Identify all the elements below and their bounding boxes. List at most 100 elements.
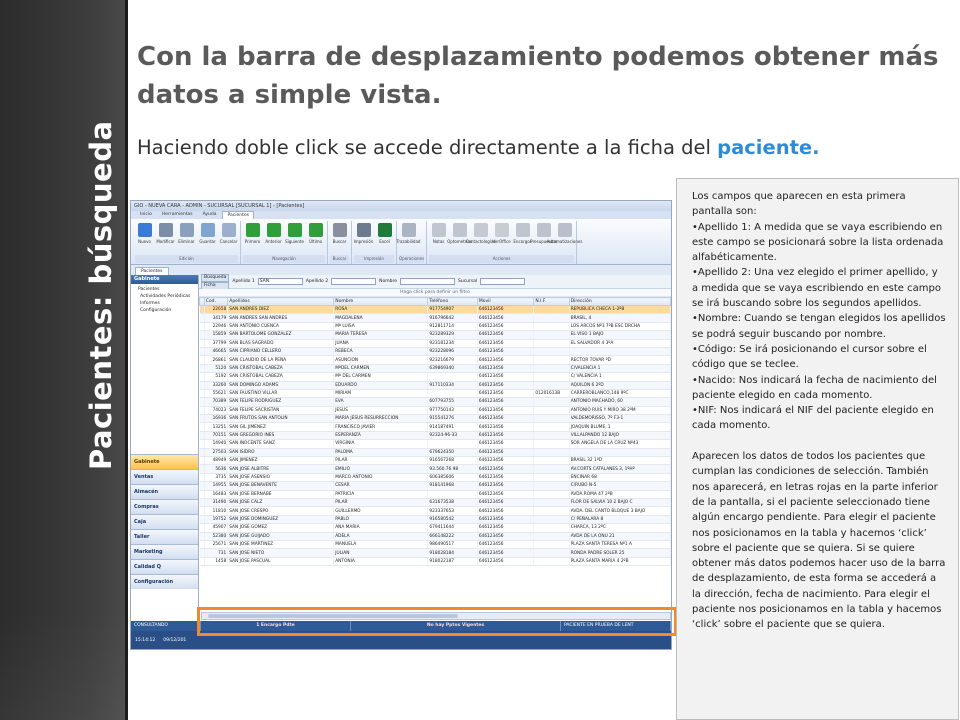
ribbon-tab-3[interactable]: Pacientes: [222, 211, 254, 219]
grid-col-4[interactable]: Teléfono: [427, 297, 478, 306]
table-row[interactable]: 13251 SAN GIL JIMENEZ FRANCISCO JAVIER 9141…: [199, 422, 671, 432]
search-field-0[interactable]: SAN: [257, 278, 303, 285]
table-row[interactable]: 27503 SAN ISIDRO PALOMA 679624350 646123456: [199, 448, 671, 458]
table-row[interactable]: 16936 SAN FRUTOS SAN ANTOLIN MARIA JESUS R…: [199, 414, 671, 424]
grid-col-2[interactable]: Apellidos: [227, 297, 335, 306]
ribbon-button-1-2[interactable]: Siguiente: [285, 221, 304, 244]
grid-col-5[interactable]: Movil: [476, 297, 535, 306]
clock-date: 09/12/201: [163, 637, 187, 643]
table-cell: 912811714: [427, 322, 478, 332]
ribbon-button-5-6[interactable]: Automatizaciones: [547, 221, 582, 244]
table-row[interactable]: 34179 SAN ANDRES SAN ANDRES MAGDALENA 91679…: [199, 313, 671, 323]
table-cell: AVDA DE LA ONU 21: [569, 532, 671, 541]
ribbon-tab-1[interactable]: Herramientas: [158, 211, 197, 219]
search-field-3[interactable]: [480, 278, 526, 285]
table-cell: [533, 448, 570, 458]
table-cell: ESPERANZA: [333, 431, 429, 441]
nav-button-7[interactable]: Calidad Q: [131, 559, 198, 574]
table-row[interactable]: 37799 SAN BLAS SAGRADO JUANA 923181234 64612…: [199, 339, 671, 348]
ribbon-button-5-0[interactable]: Notas: [429, 221, 448, 244]
tree-item-2[interactable]: Informes: [134, 300, 195, 307]
table-cell: SAN JOSE NIETO: [227, 548, 335, 558]
table-row[interactable]: 31490 SAN JOSE CALZ PILAR 631673538 64612345…: [199, 498, 671, 508]
ribbon-group-name: Impresión: [354, 255, 394, 263]
table-row[interactable]: 5636 SAN JOSE ALBITRE EMILIO 93.560.76.98 64…: [199, 464, 671, 474]
ribbon-button-3-1[interactable]: Excel: [375, 221, 394, 244]
search-tag-0[interactable]: Búsqueda: [201, 273, 230, 282]
grid-col-6[interactable]: N.I.F.: [533, 297, 570, 306]
table-row[interactable]: 26861 SAN CLAUDIO DE LA PEÑA ASUNCION 92321…: [199, 355, 671, 365]
nav-button-6[interactable]: Marketing: [131, 544, 198, 559]
table-cell: SAN JOSE BENAVENTE: [227, 481, 335, 491]
tab-pacientes[interactable]: Pacientes: [135, 267, 169, 275]
ribbon-button-5-4[interactable]: Encargos: [513, 221, 532, 244]
table-row[interactable]: 55621 SAN FAUSTINO VILLAR MIRIAM 646123456 0…: [199, 389, 671, 399]
table-cell: [427, 389, 478, 399]
grid-col-3[interactable]: Nombre: [333, 297, 429, 306]
ribbon-button-3-0[interactable]: Impresión: [354, 221, 373, 244]
table-row[interactable]: 52380 SAN JOSE GUIJADO ADELA 666148222 64612…: [199, 532, 671, 541]
table-row[interactable]: 70389 SAN FELIPE RODRIGUEZ EVA 607793755 646…: [199, 397, 671, 407]
ribbon-button-1-1[interactable]: Anterior: [264, 221, 283, 244]
ribbon-tab-2[interactable]: Ayuda: [199, 211, 221, 219]
table-row[interactable]: 33260 SAN DOMINGO ADAMS EDUARDO 917110334 64…: [199, 381, 671, 390]
nav-header: Gabinete: [131, 275, 198, 284]
table-row[interactable]: 15859 SAN BARTOLOME GONZALEZ MARIA TERESA 9…: [199, 330, 671, 340]
table-row[interactable]: 1458 SAN JOSE PASCUAL ANTONIA 918022187 6461…: [199, 557, 671, 567]
search-field-1[interactable]: [331, 278, 377, 285]
table-row[interactable]: 74023 SAN FELIPE SACRISTAN JESUS 977750143 6…: [199, 406, 671, 416]
nav-button-4[interactable]: Caja: [131, 514, 198, 529]
grid-col-7[interactable]: Dirección: [568, 297, 671, 306]
table-row[interactable]: 11810 SAN JOSE CRESPO GUILLERMO 923337653 64…: [199, 506, 671, 516]
table-row[interactable]: 731 SAN JOSE NIETO JULIAN 918028184 64612345…: [199, 548, 671, 558]
table-cell: 918028184: [427, 548, 478, 558]
table-row[interactable]: 22946 SAN ANTONIO CUENCA Mª LUISA 912811714…: [199, 322, 671, 332]
grid-col-1[interactable]: Cod.: [203, 297, 229, 306]
nav-button-5[interactable]: Taller: [131, 529, 198, 544]
ribbon-button-icon: [158, 223, 173, 237]
ribbon-button-1-3[interactable]: Último: [306, 221, 325, 244]
table-row[interactable]: 14940 SAN INOCENTE SANZ VIRGINIA 646123456 S…: [199, 439, 671, 449]
ribbon-button-4-0[interactable]: Trazabilidad: [397, 221, 420, 244]
table-cell: 14955: [204, 481, 229, 491]
ribbon-button-2-0[interactable]: Buscar: [330, 221, 349, 244]
ribbon-button-0-4[interactable]: Cancelar: [219, 221, 238, 244]
ribbon-button-0-0[interactable]: Nuevo: [135, 221, 154, 244]
table-row[interactable]: 70151 SAN GREGORIO INES ESPERANZA 92324-96-…: [199, 431, 671, 441]
filter-hint[interactable]: Haga click para definir un filtro: [199, 289, 671, 297]
nav-button-2[interactable]: Almacén: [131, 484, 198, 499]
table-row[interactable]: 45907 SAN JOSE GOMEZ ANA MARIA 679411644 646…: [199, 523, 671, 533]
ribbon-button-5-3[interactable]: VerOffice: [492, 221, 511, 244]
tree-item-1[interactable]: Actividades Periódicas: [134, 293, 195, 300]
table-row[interactable]: 5120 SAN CRISTOBAL CABEZA MªDEL CARMEN 6398…: [199, 364, 671, 374]
ribbon-button-0-1[interactable]: Modificar: [156, 221, 175, 244]
nav-button-3[interactable]: Compras: [131, 499, 198, 514]
table-cell: JUANA: [333, 339, 429, 348]
ribbon-tab-0[interactable]: Inicio: [136, 211, 156, 219]
grid-header-row: Cod. Apellidos Nombre Teléfono Movil N.I.F. Di…: [199, 297, 671, 306]
table-row[interactable]: 46665 SAN CIPRIANO CELLERO REBECA 923228096…: [199, 347, 671, 357]
tree-item-0[interactable]: Pacientes: [134, 286, 195, 293]
ribbon-button-1-0[interactable]: Primero: [243, 221, 262, 244]
table-row[interactable]: 25671 SAN JOSE MARTINEZ MANUELA 986490517 64…: [199, 540, 671, 550]
table-row[interactable]: 16483 SAN JOSE BERNABÉ PATRICIA 646123456 AV…: [199, 490, 671, 500]
ribbon-tabs: Inicio Herramientas Ayuda Pacientes: [131, 211, 671, 219]
table-cell: SAN DOMINGO ADAMS: [227, 381, 335, 390]
nav-button-8[interactable]: Configuración: [131, 574, 198, 589]
table-row[interactable]: 5192 SAN CRISTOBAL CABEZA Mª DEL CARMEN 646…: [199, 372, 671, 382]
table-cell: 923289329: [427, 330, 478, 340]
table-cell: 16936: [204, 414, 229, 424]
table-row[interactable]: 22658 SAN ANDRES DIEZ ROSA 917754907 6461234…: [199, 305, 671, 315]
nav-button-0[interactable]: Gabinete: [131, 454, 198, 469]
table-row[interactable]: 48949 SAN JIMENEZ PILAR 916567268 646123456 B…: [199, 456, 671, 466]
table-row[interactable]: 3735 SAN JOSE ASENSIO MARCO ANTONIO 6063856…: [199, 473, 671, 483]
tree-item-3[interactable]: Configuración: [134, 307, 195, 314]
ribbon-button-0-2[interactable]: Eliminar: [177, 221, 196, 244]
nav-button-1[interactable]: Ventas: [131, 469, 198, 484]
ribbon-button-0-3[interactable]: Guardar: [198, 221, 217, 244]
table-cell: 16483: [204, 490, 229, 500]
search-field-2[interactable]: [399, 278, 455, 285]
table-row[interactable]: 19752 SAN JOSE DOMINGUEZ PABLO 916580542 646…: [199, 515, 671, 525]
table-row[interactable]: 14955 SAN JOSE BENAVENTE CESAR 918141968 646…: [199, 481, 671, 491]
ribbon-button-5-2[interactable]: Contactologías: [466, 221, 495, 244]
